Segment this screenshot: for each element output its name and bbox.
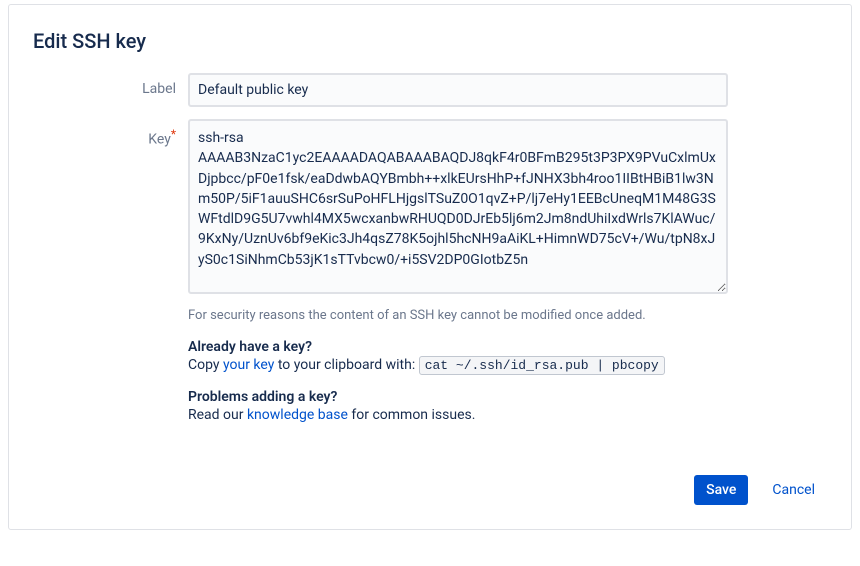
save-button[interactable]: Save [694, 475, 748, 505]
knowledge-base-link[interactable]: knowledge base [247, 407, 348, 423]
copy-command: cat ~/.ssh/id_rsa.pub | pbcopy [419, 356, 665, 375]
already-have-key-heading: Already have a key? [188, 339, 728, 355]
edit-ssh-key-dialog: Edit SSH key Label Key* For security rea… [8, 4, 852, 530]
already-have-key-body: Copy your key to your clipboard with: ca… [188, 357, 728, 373]
dialog-body: Edit SSH key Label Key* For security rea… [9, 5, 851, 459]
label-row: Label [33, 73, 827, 107]
cancel-button[interactable]: Cancel [760, 475, 827, 505]
required-asterisk: * [171, 127, 176, 141]
dialog-footer: Save Cancel [9, 459, 851, 529]
problems-body: Read our knowledge base for common issue… [188, 407, 728, 423]
label-field-label: Label [33, 73, 188, 97]
your-key-link[interactable]: your key [223, 357, 274, 373]
label-input[interactable] [188, 73, 728, 107]
key-textarea[interactable] [188, 119, 728, 294]
key-field-label: Key* [33, 119, 188, 148]
problems-heading: Problems adding a key? [188, 389, 728, 405]
dialog-title: Edit SSH key [33, 29, 827, 53]
key-helptext: For security reasons the content of an S… [188, 308, 728, 323]
key-row: Key* For security reasons the content of… [33, 119, 827, 423]
